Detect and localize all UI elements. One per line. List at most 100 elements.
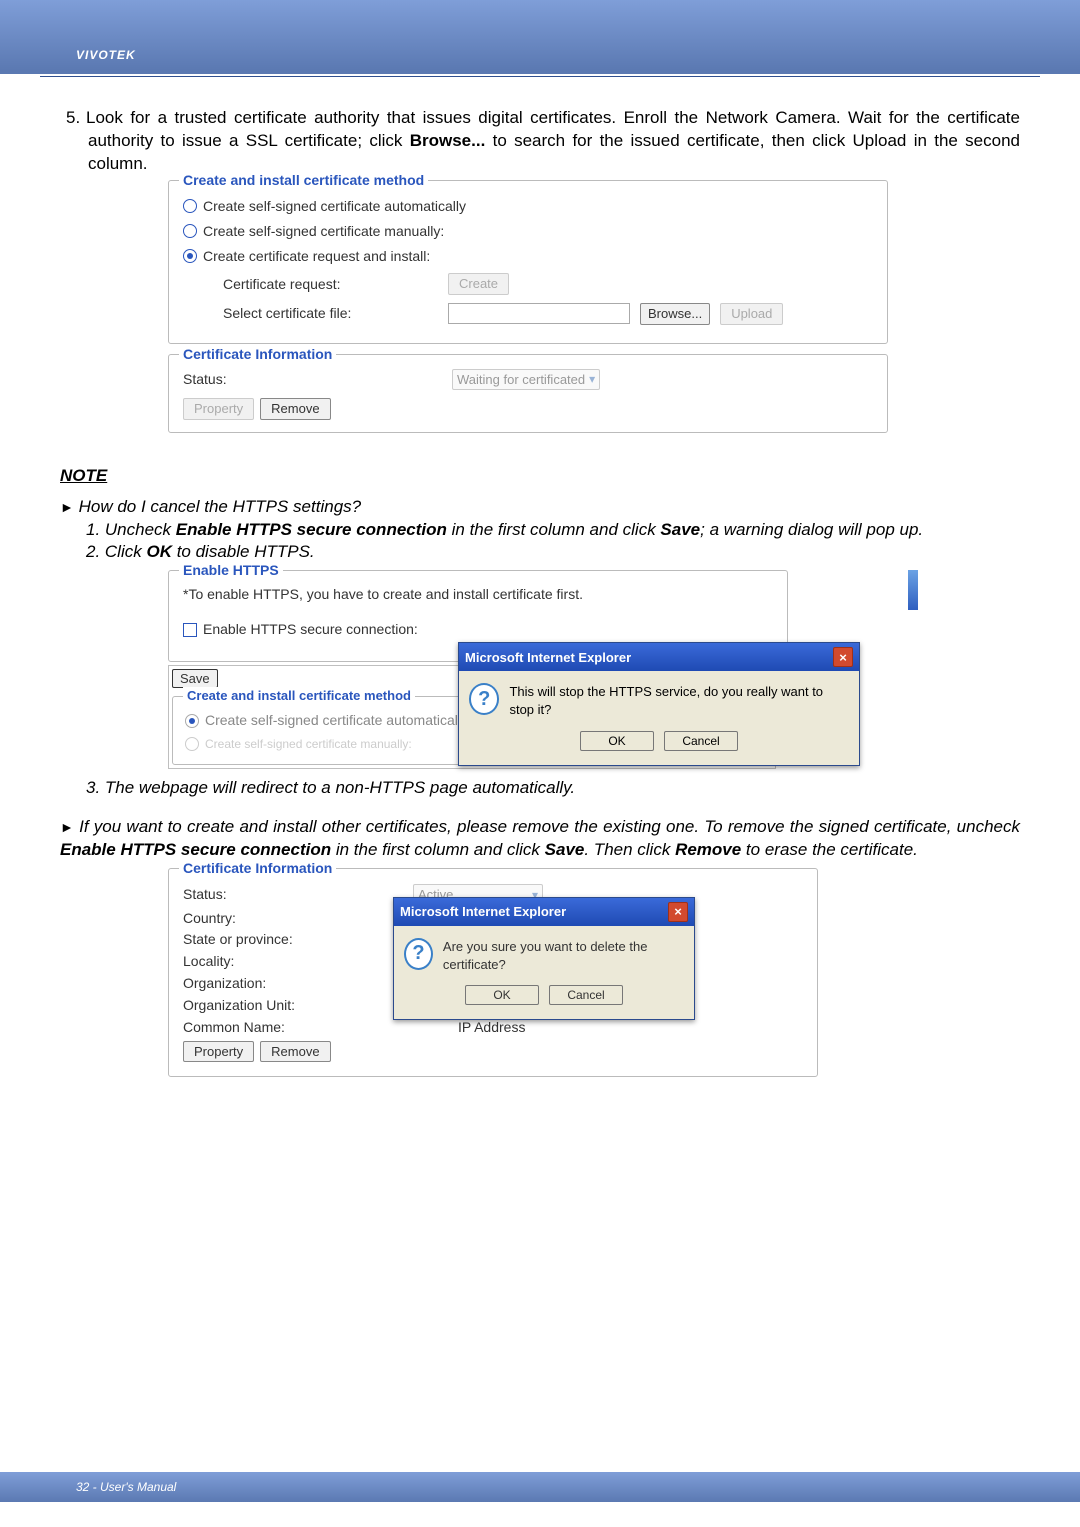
ci-common-row: Common Name: IP Address xyxy=(183,1018,803,1037)
ok-button[interactable]: OK xyxy=(580,731,654,751)
note-block-2: ► If you want to create and install othe… xyxy=(60,816,1020,862)
cert-info-buttons: Property Remove xyxy=(183,398,873,420)
ci-common-value: IP Address xyxy=(458,1018,525,1037)
cert-method-panel: Create and install certificate method Cr… xyxy=(168,180,888,433)
radio-icon xyxy=(183,224,197,238)
ie-body-2: ? Are you sure you want to delete the ce… xyxy=(394,926,694,985)
enable-check-row[interactable]: Enable HTTPS secure connection: xyxy=(183,620,773,639)
ci-state-label: State or province: xyxy=(183,930,413,949)
ie-msg-2: Are you sure you want to delete the cert… xyxy=(443,938,684,973)
footer-text: 32 - User's Manual xyxy=(76,1480,176,1494)
note2-e: . Then click xyxy=(584,840,675,859)
method-legend-2: Create and install certificate method xyxy=(183,687,415,705)
radio-manual-label: Create self-signed certificate manually: xyxy=(203,222,444,241)
ci-common-label: Common Name: xyxy=(183,1018,413,1037)
radio-icon xyxy=(183,199,197,213)
create-button[interactable]: Create xyxy=(448,273,509,295)
note-block-1: ► How do I cancel the HTTPS settings? 1.… xyxy=(60,496,1020,565)
note1-s2a: 2. Click xyxy=(86,542,146,561)
note1-s1c: in the first column and click xyxy=(447,520,661,539)
note1-s1b: Enable HTTPS secure connection xyxy=(176,520,447,539)
ie-dialog-1: Microsoft Internet Explorer × ? This wil… xyxy=(458,642,860,765)
page-footer: 32 - User's Manual xyxy=(0,1472,1080,1502)
browse-button[interactable]: Browse... xyxy=(640,303,710,325)
ci-status-label: Status: xyxy=(183,885,413,904)
radio-auto-label: Create self-signed certificate automatic… xyxy=(203,197,466,216)
radio-icon xyxy=(185,737,199,751)
checkbox-icon xyxy=(183,623,197,637)
ci-org-label: Organization: xyxy=(183,974,413,993)
cert-info-fieldset: Certificate Information Status: Waiting … xyxy=(168,354,888,433)
step-5: 5.Look for a trusted certificate authori… xyxy=(60,107,1020,176)
close-icon[interactable]: × xyxy=(833,647,853,667)
note1-s1a: 1. Uncheck xyxy=(86,520,176,539)
chevron-down-icon: ▾ xyxy=(589,371,595,387)
ie-body: ? This will stop the HTTPS service, do y… xyxy=(459,671,859,730)
remove-button[interactable]: Remove xyxy=(260,1041,330,1063)
radio-manual-2-label: Create self-signed certificate manually: xyxy=(205,736,412,752)
ie-title-text: Microsoft Internet Explorer xyxy=(465,649,631,667)
triangle-icon: ► xyxy=(60,499,74,515)
ie-titlebar[interactable]: Microsoft Internet Explorer × xyxy=(459,643,859,671)
method-legend: Create and install certificate method xyxy=(179,171,428,190)
enable-note: *To enable HTTPS, you have to create and… xyxy=(183,585,773,604)
save-button[interactable]: Save xyxy=(172,669,218,688)
note1-s1e: ; a warning dialog will pop up. xyxy=(700,520,923,539)
decorative-bar xyxy=(908,570,918,610)
remove-button[interactable]: Remove xyxy=(260,398,330,420)
method-fieldset: Create and install certificate method Cr… xyxy=(168,180,888,344)
cert-info-2-buttons: Property Remove xyxy=(183,1041,803,1063)
cancel-button[interactable]: Cancel xyxy=(664,731,738,751)
note2-b: Enable HTTPS secure connection xyxy=(60,840,331,859)
note1-q: How do I cancel the HTTPS settings? xyxy=(74,497,361,516)
ie-button-row-2: OK Cancel xyxy=(394,985,694,1019)
content-area: 5.Look for a trusted certificate authori… xyxy=(0,77,1080,1097)
select-file-label: Select certificate file: xyxy=(223,304,373,323)
status-select[interactable]: Waiting for certificated ▾ xyxy=(452,369,600,391)
ci-orgunit-label: Organization Unit: xyxy=(183,996,413,1015)
note1-s3: 3. The webpage will redirect to a non-HT… xyxy=(86,778,575,797)
status-row: Status: Waiting for certificated ▾ xyxy=(183,369,873,391)
step-number: 5. xyxy=(66,107,86,130)
cancel-button[interactable]: Cancel xyxy=(549,985,623,1005)
status-label: Status: xyxy=(183,370,448,389)
enable-https-screenshot: Enable HTTPS *To enable HTTPS, you have … xyxy=(168,570,888,769)
select-file-row: Select certificate file: Browse... Uploa… xyxy=(223,303,873,325)
brand-text: VIVOTEK xyxy=(76,48,136,62)
note1-s2b: OK xyxy=(146,542,172,561)
file-input[interactable] xyxy=(448,303,630,324)
property-button[interactable]: Property xyxy=(183,1041,254,1063)
ie-title-text-2: Microsoft Internet Explorer xyxy=(400,903,566,921)
ci-country-label: Country: xyxy=(183,909,413,928)
radio-request[interactable]: Create certificate request and install: xyxy=(183,247,873,266)
page-header: VIVOTEK xyxy=(0,0,1080,74)
property-button[interactable]: Property xyxy=(183,398,254,420)
page: VIVOTEK 5.Look for a trusted certificate… xyxy=(0,0,1080,1527)
triangle-icon: ► xyxy=(60,819,74,835)
note2-a: If you want to create and install other … xyxy=(74,817,1020,836)
note1-s2c: to disable HTTPS. xyxy=(172,542,315,561)
question-icon: ? xyxy=(404,938,433,970)
note1-s1d: Save xyxy=(660,520,700,539)
cert-request-label: Certificate request: xyxy=(223,275,373,294)
cert-info-legend-2: Certificate Information xyxy=(179,859,336,878)
note2-c: in the first column and click xyxy=(331,840,545,859)
note1-list: 1. Uncheck Enable HTTPS secure connectio… xyxy=(60,519,1020,565)
note1-step3: 3. The webpage will redirect to a non-HT… xyxy=(60,777,1020,800)
enable-legend: Enable HTTPS xyxy=(179,561,283,580)
close-icon[interactable]: × xyxy=(668,902,688,922)
enable-checkbox-label: Enable HTTPS secure connection: xyxy=(203,620,418,639)
cert-info-panel-2: Certificate Information Status: Active ▾… xyxy=(168,868,818,1077)
radio-manual[interactable]: Create self-signed certificate manually: xyxy=(183,222,873,241)
cert-request-row: Certificate request: Create xyxy=(223,273,873,295)
ok-button[interactable]: OK xyxy=(465,985,539,1005)
ci-locality-label: Locality: xyxy=(183,952,413,971)
radio-auto[interactable]: Create self-signed certificate automatic… xyxy=(183,197,873,216)
ie-msg: This will stop the HTTPS service, do you… xyxy=(509,683,849,718)
status-value: Waiting for certificated xyxy=(457,371,585,389)
question-icon: ? xyxy=(469,683,499,715)
note2-f: Remove xyxy=(675,840,741,859)
ie-titlebar[interactable]: Microsoft Internet Explorer × xyxy=(394,898,694,926)
upload-button[interactable]: Upload xyxy=(720,303,783,325)
cert-info-legend: Certificate Information xyxy=(179,345,336,364)
